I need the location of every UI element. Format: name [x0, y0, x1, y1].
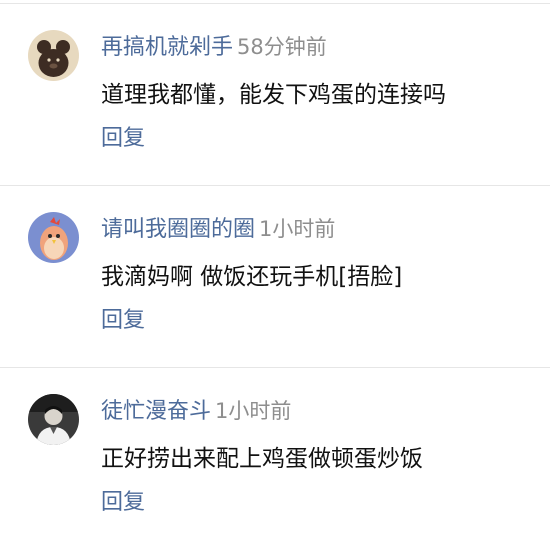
comment-header: 再搞机就剁手 58分钟前	[101, 32, 327, 62]
rooster-avatar-icon[interactable]	[28, 212, 79, 263]
comment-item: 请叫我圈圈的圈 1小时前 我滴妈啊 做饭还玩手机[捂脸] 回复	[0, 182, 550, 362]
bear-avatar-icon[interactable]	[28, 30, 79, 81]
reply-button[interactable]: 回复	[101, 123, 145, 155]
reply-button[interactable]: 回复	[101, 487, 145, 519]
comment-text: 我滴妈啊 做饭还玩手机[捂脸]	[101, 264, 403, 290]
comment-text: 道理我都懂，能发下鸡蛋的连接吗	[101, 82, 446, 108]
reply-button[interactable]: 回复	[101, 305, 145, 337]
username-link[interactable]: 再搞机就剁手	[101, 35, 233, 60]
comment-header: 徒忙漫奋斗 1小时前	[101, 396, 291, 426]
username-link[interactable]: 请叫我圈圈的圈	[101, 217, 255, 242]
timestamp: 1小时前	[259, 217, 336, 241]
comment-header: 请叫我圈圈的圈 1小时前	[101, 214, 335, 244]
comment-text: 正好捞出来配上鸡蛋做顿蛋炒饭	[101, 446, 423, 472]
comment-item: 再搞机就剁手 58分钟前 道理我都懂，能发下鸡蛋的连接吗 回复	[0, 0, 550, 180]
comment-item: 徒忙漫奋斗 1小时前 正好捞出来配上鸡蛋做顿蛋炒饭 回复	[0, 364, 550, 542]
timestamp: 58分钟前	[237, 35, 327, 59]
comment-list: 再搞机就剁手 58分钟前 道理我都懂，能发下鸡蛋的连接吗 回复 请叫我圈圈的圈 1小…	[0, 0, 550, 542]
timestamp: 1小时前	[215, 399, 292, 423]
person-avatar-icon[interactable]	[28, 394, 79, 445]
username-link[interactable]: 徒忙漫奋斗	[101, 399, 211, 424]
